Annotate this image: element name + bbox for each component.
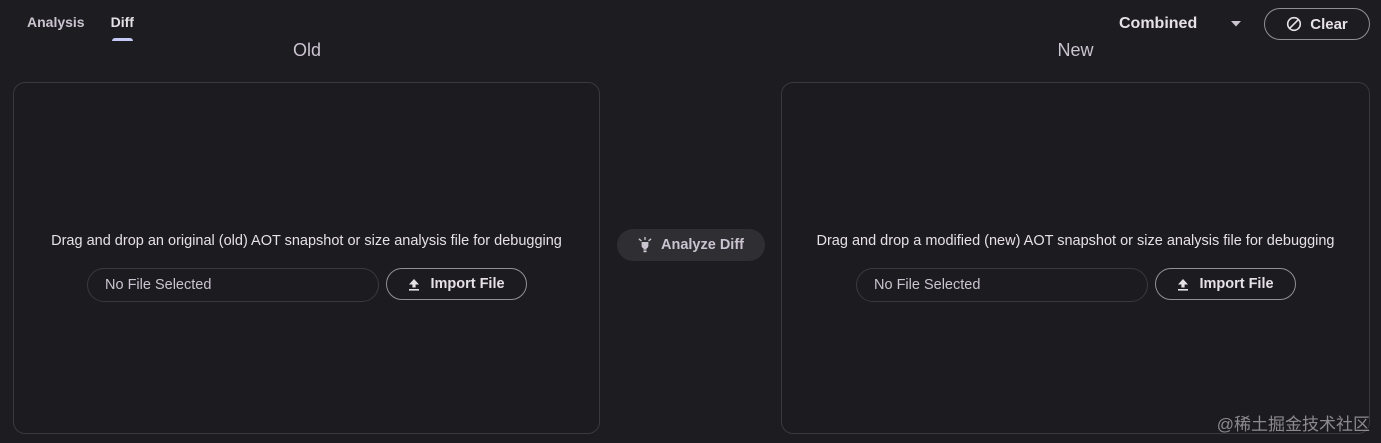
tab-diff-label: Diff (110, 14, 134, 30)
old-import-file-label: Import File (430, 276, 505, 292)
cancel-icon (1286, 16, 1302, 32)
old-heading: Old (292, 40, 321, 60)
new-file-field-text: No File Selected (874, 277, 981, 293)
chevron-down-icon (1230, 20, 1242, 28)
new-file-field: No File Selected (856, 268, 1148, 302)
old-import-file-button[interactable]: Import File (386, 268, 527, 300)
upload-icon (1177, 278, 1189, 291)
analyze-diff-button[interactable]: Analyze Diff (617, 229, 765, 261)
tab-bar: Analysis Diff (14, 0, 147, 44)
new-import-file-button[interactable]: Import File (1155, 268, 1296, 300)
old-drop-zone[interactable]: Drag and drop an original (old) AOT snap… (13, 82, 600, 434)
old-drop-message: Drag and drop an original (old) AOT snap… (51, 233, 562, 249)
tab-analysis-label: Analysis (27, 14, 85, 30)
app-root: Analysis Diff Combined Clear Old New Dra… (0, 0, 1381, 443)
new-heading: New (1057, 40, 1094, 60)
tab-diff[interactable]: Diff (98, 0, 147, 44)
watermark: @稀土掘金技术社区 (1216, 415, 1370, 434)
new-drop-message: Drag and drop a modified (new) AOT snaps… (816, 233, 1335, 249)
view-mode-select[interactable]: Combined (1110, 8, 1250, 40)
tab-analysis[interactable]: Analysis (14, 0, 98, 44)
new-import-file-label: Import File (1199, 276, 1274, 292)
clear-button-label: Clear (1310, 15, 1348, 33)
lightbulb-icon (638, 237, 652, 253)
old-file-field: No File Selected (87, 268, 379, 302)
old-file-field-text: No File Selected (105, 277, 212, 293)
view-mode-value: Combined (1119, 15, 1198, 32)
upload-icon (408, 278, 420, 291)
analyze-diff-label: Analyze Diff (661, 237, 744, 253)
clear-button[interactable]: Clear (1264, 8, 1370, 40)
new-drop-zone[interactable]: Drag and drop a modified (new) AOT snaps… (781, 82, 1370, 434)
